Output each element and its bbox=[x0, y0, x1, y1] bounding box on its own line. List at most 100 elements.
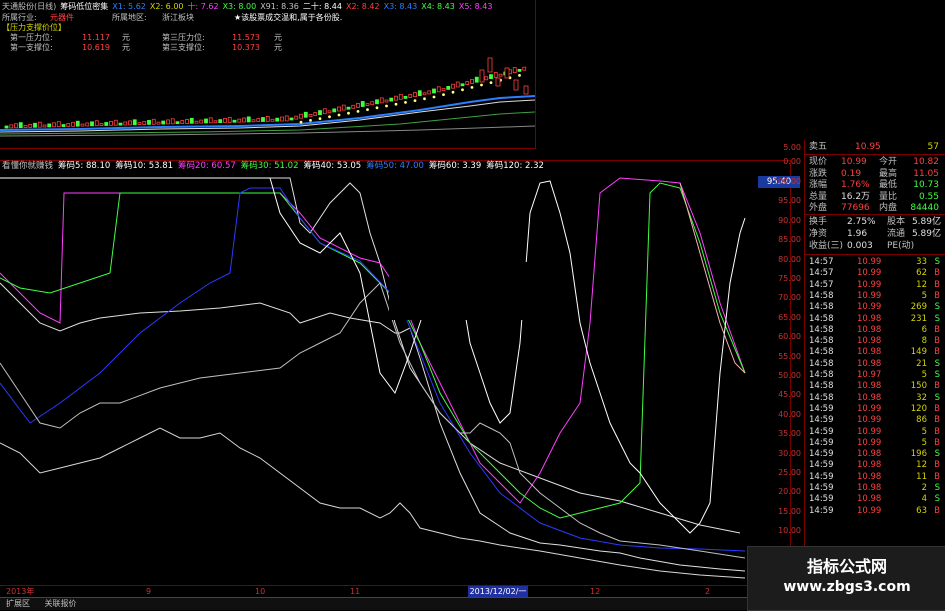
quote-label: 总量 bbox=[809, 191, 828, 202]
tick-volume: 231 bbox=[910, 313, 927, 324]
tick-row: 14:58 10.98 21 S bbox=[807, 359, 943, 370]
candle bbox=[75, 120, 80, 127]
tick-direction: S bbox=[934, 483, 940, 493]
tab-extension[interactable]: 扩展区 bbox=[6, 599, 30, 608]
tick-volume: 11 bbox=[916, 471, 927, 482]
candle bbox=[52, 122, 56, 128]
tick-volume: 269 bbox=[910, 302, 927, 313]
signal-dot bbox=[375, 106, 379, 110]
tick-volume: 86 bbox=[916, 415, 927, 426]
candle bbox=[251, 119, 256, 123]
tick-volume: 150 bbox=[910, 381, 927, 392]
tick-direction: B bbox=[934, 437, 940, 448]
tick-direction: S bbox=[934, 449, 940, 460]
candle bbox=[151, 118, 156, 125]
tick-row: 14:59 10.98 11 B bbox=[807, 472, 943, 483]
tick-direction: B bbox=[934, 471, 940, 482]
candle bbox=[504, 67, 510, 79]
candle bbox=[322, 108, 327, 115]
quote-label: 外盘 bbox=[809, 203, 828, 213]
tick-time: 14:58 bbox=[809, 370, 834, 380]
quote-label: 股本 bbox=[887, 217, 906, 227]
tick-volume: 33 bbox=[916, 257, 927, 267]
industry-label: 所属行业: bbox=[2, 13, 37, 22]
tick-time: 14:58 bbox=[809, 358, 834, 369]
candle bbox=[451, 83, 455, 89]
top-header-item: X5: 8.43 bbox=[458, 2, 493, 11]
kline-chart[interactable] bbox=[0, 40, 535, 148]
candle bbox=[484, 76, 489, 81]
candle bbox=[237, 118, 242, 123]
quote-label: 现价 bbox=[809, 157, 828, 167]
candle bbox=[332, 108, 337, 113]
candle bbox=[42, 124, 47, 128]
indicator-header: 看懂你就赚钱 筹码5: 88.10 筹码10: 53.81 筹码20: 60.57 筹码… bbox=[2, 160, 562, 173]
candle bbox=[161, 120, 166, 125]
quote-value: 5.89亿 bbox=[911, 229, 941, 239]
candle bbox=[270, 118, 275, 122]
top-header-item: X3: 8.43 bbox=[383, 2, 418, 11]
candle bbox=[275, 117, 280, 122]
quote-label: 涨幅 bbox=[809, 180, 828, 190]
signal-dot bbox=[432, 95, 436, 99]
tick-volume: 8 bbox=[921, 336, 927, 347]
top-header-item: X4: 8.43 bbox=[421, 2, 455, 11]
candle bbox=[204, 118, 208, 124]
chip-indicator-chart[interactable] bbox=[0, 173, 750, 585]
top-header-item: X2: 6.00 bbox=[149, 2, 184, 11]
candle bbox=[47, 123, 52, 128]
ma-line-blue bbox=[0, 95, 535, 131]
candle bbox=[446, 86, 451, 90]
tick-row: 14:59 10.99 120 B bbox=[807, 404, 943, 415]
tick-direction: S bbox=[934, 257, 940, 267]
signal-dot bbox=[347, 111, 350, 115]
axis-label: 10.00 bbox=[778, 526, 801, 536]
tick-time: 14:57 bbox=[809, 257, 834, 267]
indicator-legend-item: 筹码30: 51.02 bbox=[240, 161, 299, 171]
quote-label: 流通 bbox=[887, 229, 906, 239]
chip-line-30 bbox=[0, 182, 746, 519]
candle bbox=[493, 72, 498, 78]
candle bbox=[289, 117, 294, 121]
axis-label: 65.00 bbox=[778, 312, 801, 322]
tick-time: 14:58 bbox=[809, 336, 834, 347]
quote-row: 涨跌 0.19 最高 11.05 bbox=[807, 169, 943, 180]
candle bbox=[147, 120, 151, 125]
sell5-volume: 57 bbox=[927, 142, 939, 152]
candle bbox=[33, 122, 37, 128]
axis-label: 15.00 bbox=[778, 506, 801, 516]
region-label: 所属地区: bbox=[112, 13, 147, 22]
tick-price: 10.98 bbox=[857, 381, 882, 392]
watermark-url: www.zbgs3.com bbox=[783, 579, 911, 595]
quote-label: 内盘 bbox=[879, 203, 898, 213]
tick-price: 10.98 bbox=[857, 313, 882, 324]
candle bbox=[170, 118, 175, 125]
signal-dot bbox=[299, 120, 303, 124]
candle bbox=[294, 115, 299, 120]
tick-volume: 12 bbox=[916, 279, 927, 290]
tick-volume: 5 bbox=[921, 437, 927, 448]
quote-value: 11.05 bbox=[913, 168, 939, 179]
tick-time: 14:58 bbox=[809, 324, 834, 335]
tick-price: 10.99 bbox=[857, 426, 882, 437]
top-header-item: X91: 8.36 bbox=[260, 2, 299, 11]
tick-volume: 6 bbox=[921, 324, 927, 335]
tick-price: 10.98 bbox=[857, 347, 882, 358]
candle bbox=[109, 120, 113, 126]
quote-row: 外盘 77696 内盘 84440 bbox=[807, 203, 943, 214]
quote-label: 今开 bbox=[879, 157, 898, 167]
candle bbox=[61, 124, 66, 127]
candle bbox=[71, 121, 75, 127]
signal-dot bbox=[461, 88, 464, 92]
axis-label: 45.00 bbox=[778, 390, 801, 400]
tick-direction: S bbox=[934, 392, 940, 403]
tick-time: 14:57 bbox=[809, 268, 834, 279]
quote-panel: 卖五 10.95 57 现价 10.99 今开 10.82 涨跌 0.19 最高 11.05 涨… bbox=[804, 140, 945, 609]
signal-dot bbox=[318, 117, 322, 120]
candle bbox=[455, 81, 460, 88]
tick-time: 14:58 bbox=[809, 347, 834, 358]
candle bbox=[417, 90, 422, 97]
tab-related-quotes[interactable]: 关联报价 bbox=[45, 599, 77, 608]
candle bbox=[379, 97, 384, 104]
tick-time: 14:59 bbox=[809, 460, 834, 471]
